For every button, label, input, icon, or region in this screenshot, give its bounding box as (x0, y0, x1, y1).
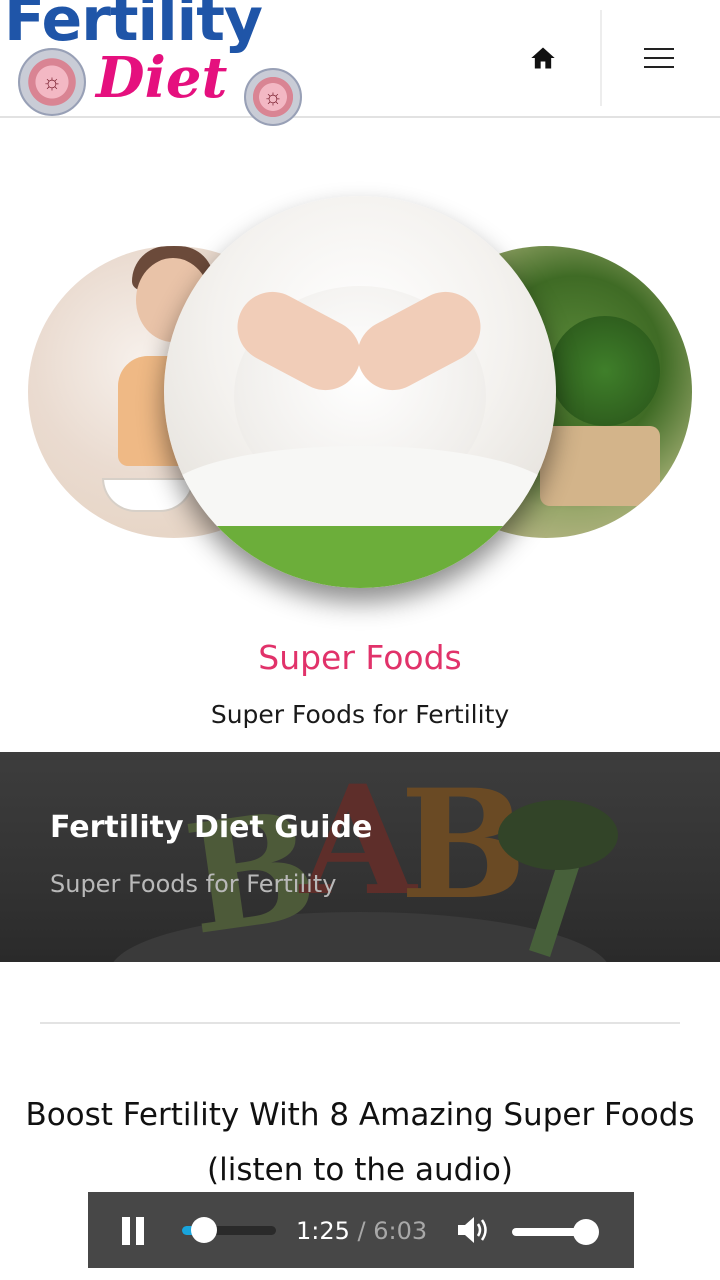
banner-subtitle: Super Foods for Fertility (50, 870, 337, 898)
guide-banner[interactable]: B A B (0, 752, 720, 962)
banner-title[interactable]: Fertility Diet Guide (50, 810, 372, 845)
site-logo[interactable]: Fertility ☼ Diet ☼ (0, 0, 345, 126)
section-subtitle: Super Foods for Fertility (210, 700, 510, 729)
current-time: 1:25 (296, 1217, 350, 1245)
article-title-line: Boost Fertility With 8 Amazing Super Foo… (25, 1097, 695, 1133)
photo-detail (550, 316, 660, 426)
banner-broccoli-image (498, 800, 618, 960)
photo-detail (164, 526, 556, 588)
photo-detail (540, 426, 660, 506)
content-divider (40, 1022, 680, 1024)
pause-button[interactable] (118, 1214, 148, 1248)
seek-bar[interactable] (182, 1217, 276, 1243)
audio-player: 1:25 / 6:03 (88, 1192, 634, 1268)
volume-icon (458, 1217, 487, 1243)
volume-button[interactable] (456, 1214, 492, 1246)
volume-slider[interactable] (512, 1219, 599, 1245)
hero-image-collage (0, 118, 720, 618)
menu-button[interactable] (630, 34, 688, 82)
logo-text-diet: Diet (96, 45, 228, 111)
site-header: Fertility ☼ Diet ☼ (0, 0, 720, 126)
pause-icon (122, 1217, 130, 1245)
home-button[interactable] (514, 34, 572, 82)
logo-badge-icon: ☼ (18, 48, 86, 116)
logo-text-fertility: Fertility (4, 0, 263, 55)
header-divider (600, 10, 602, 106)
section-title[interactable]: Super Foods (0, 638, 720, 677)
pregnant-belly-photo[interactable] (164, 196, 556, 588)
volume-handle[interactable] (572, 1219, 599, 1245)
article-title: Boost Fertility With 8 Amazing Super Foo… (0, 1088, 720, 1198)
hamburger-menu-icon (644, 48, 674, 68)
total-time: 6:03 (373, 1217, 428, 1245)
article-title-line: (listen to the audio) (207, 1152, 513, 1188)
time-separator: / (349, 1217, 374, 1245)
home-icon (531, 47, 555, 69)
time-display: 1:25 / 6:03 (296, 1217, 427, 1245)
seek-handle[interactable] (191, 1217, 218, 1243)
